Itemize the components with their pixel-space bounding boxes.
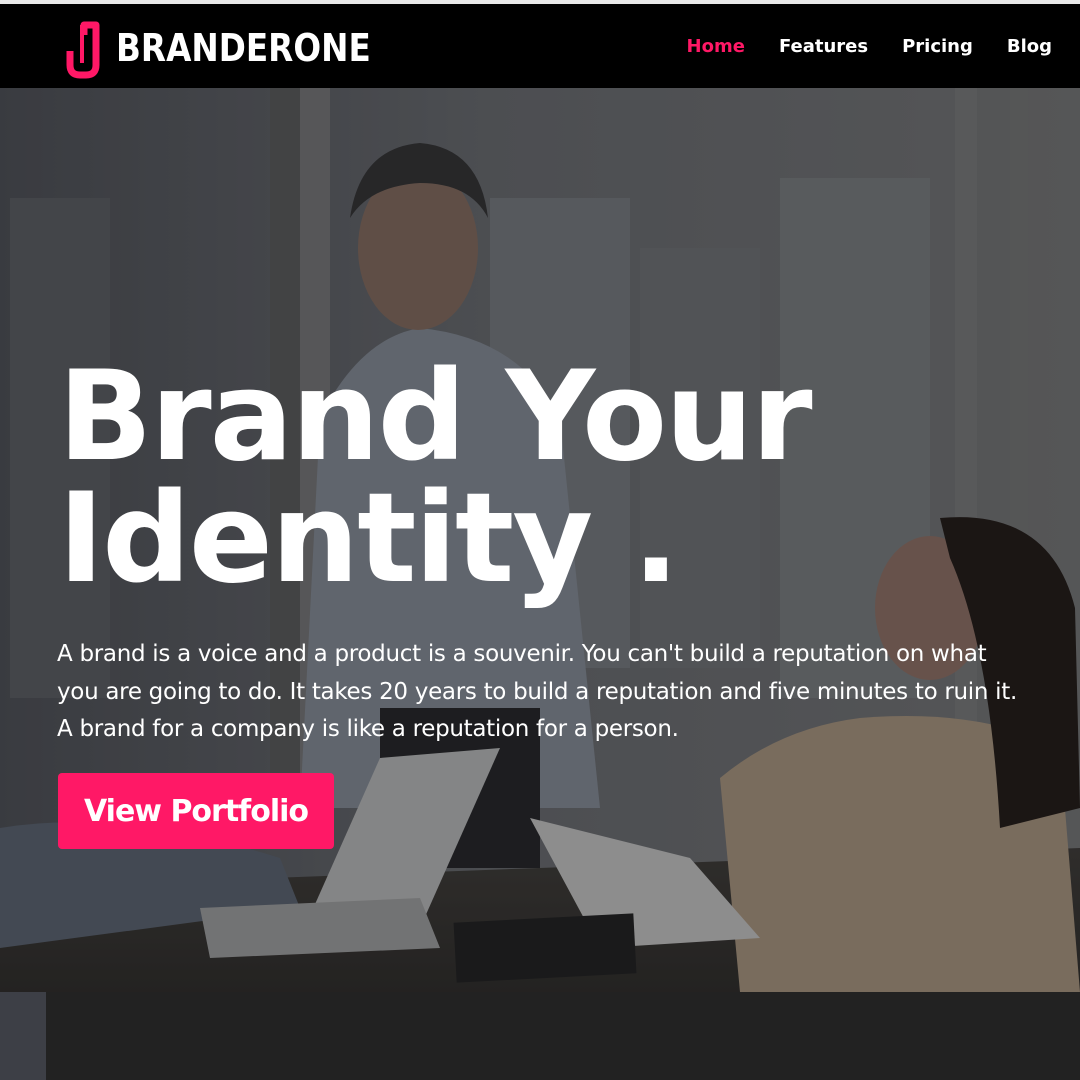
hero-tagline: A brand is a voice and a product is a so… — [57, 636, 1057, 749]
nav-link-blog[interactable]: Blog — [1007, 36, 1052, 57]
hero-headline: Brand Your Identity . — [58, 355, 813, 601]
tagline-line-1: A brand is a voice and a product is a so… — [57, 641, 987, 667]
next-section-panel — [46, 992, 1080, 1080]
j-lettermark-icon — [66, 21, 100, 79]
hero-section: Brand Your Identity . A brand is a voice… — [0, 88, 1080, 992]
main-nav: Home Features Pricing Blog — [687, 4, 1052, 88]
nav-link-home[interactable]: Home — [687, 36, 745, 57]
nav-link-pricing[interactable]: Pricing — [902, 36, 973, 57]
top-navigation-bar: BRANDERONE Home Features Pricing Blog — [0, 0, 1080, 88]
headline-line-2: Identity . — [58, 467, 679, 611]
tagline-line-2: you are going to do. It takes 20 years t… — [57, 678, 1017, 705]
photo-strip-edge — [0, 992, 46, 1080]
view-portfolio-button[interactable]: View Portfolio — [58, 773, 334, 849]
nav-link-features[interactable]: Features — [779, 36, 868, 57]
brand-name: BRANDERONE — [116, 26, 371, 70]
brand-logo[interactable]: BRANDERONE — [62, 16, 412, 80]
tagline-line-3: A brand for a company is like a reputati… — [57, 716, 679, 742]
